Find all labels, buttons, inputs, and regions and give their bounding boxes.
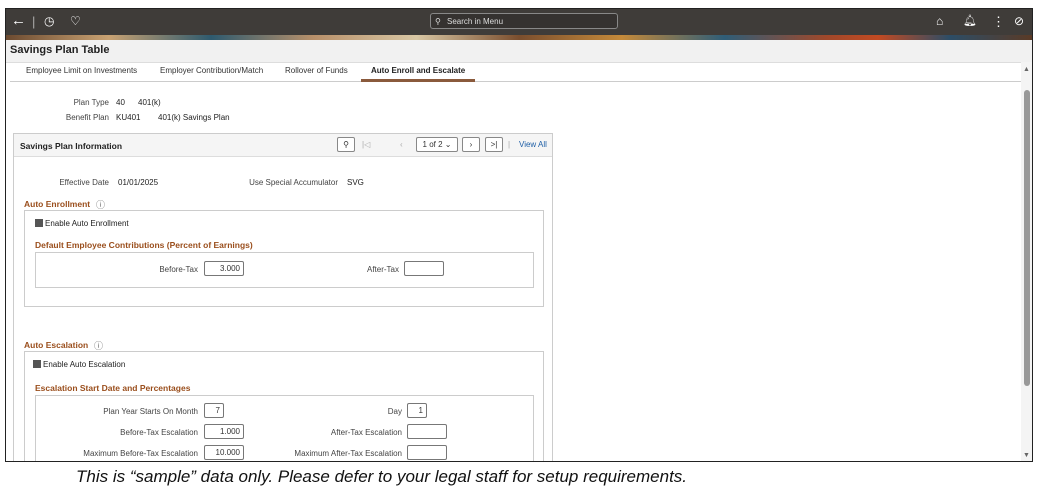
tab-bar: Employee Limit on Investments Employer C…	[10, 62, 1025, 82]
effective-date: 01/01/2025	[118, 178, 159, 187]
next-icon: ›	[469, 140, 473, 149]
escalation-start-title: Escalation Start Date and Percentages	[35, 383, 191, 393]
last-button[interactable]: >|	[485, 137, 503, 152]
after-tax-escalation-label: After-Tax Escalation	[330, 428, 402, 437]
benefit-plan: KU401	[116, 113, 141, 122]
last-icon: >|	[490, 140, 498, 149]
auto-escalation-group: Enable Auto Escalation Escalation Start …	[24, 351, 544, 461]
effective-date-label: Effective Date	[59, 178, 109, 187]
benefit-plan-label: Benefit Plan	[65, 113, 109, 122]
navigator-compass-icon[interactable]: ⊘	[1014, 14, 1024, 28]
divider: |	[32, 14, 36, 29]
plan-year-month-label: Plan Year Starts On Month	[103, 407, 198, 416]
previous-icon: ‹	[400, 140, 403, 149]
next-button[interactable]: ›	[462, 137, 480, 152]
day-label: Day	[387, 407, 402, 416]
before-tax-escalation-input[interactable]: 1.000	[204, 424, 244, 439]
history-icon[interactable]: ◷	[44, 14, 54, 28]
scroll-down-icon[interactable]: ▼	[1023, 452, 1030, 459]
title-bar: Savings Plan Table	[6, 40, 1032, 63]
home-icon[interactable]: ⌂	[936, 14, 943, 28]
enable-auto-escalation-label: Enable Auto Escalation	[43, 360, 126, 369]
tab-auto-enroll[interactable]: Auto Enroll and Escalate	[361, 66, 476, 82]
search-input[interactable]: ⚲ Search in Menu	[430, 13, 618, 29]
enable-auto-enrollment-label: Enable Auto Enrollment	[45, 219, 129, 228]
tab-employee-limit[interactable]: Employee Limit on Investments	[26, 66, 137, 75]
after-tax-escalation-input[interactable]	[407, 424, 447, 439]
app-window: ← | ◷ ♡ ⚲ Search in Menu ⌂ 🔔︎ ⋮ ⊘ Savings…	[5, 8, 1033, 462]
search-icon: ⚲	[435, 17, 441, 26]
after-tax-label: After-Tax	[366, 265, 399, 274]
search-icon: ⚲	[343, 140, 349, 149]
caption: This is “sample” data only. Please defer…	[76, 467, 688, 486]
page-indicator: 1 of 2	[422, 140, 443, 149]
vertical-scrollbar[interactable]: ▲ ▼	[1021, 62, 1032, 461]
month-input[interactable]: 7	[204, 403, 224, 418]
plan-type-desc: 401(k)	[138, 98, 161, 107]
day-input[interactable]: 1	[407, 403, 427, 418]
row-selector[interactable]: 1 of 2 ⌄	[416, 137, 458, 152]
first-icon: |◁	[362, 140, 371, 149]
before-tax-input[interactable]: 3.000	[204, 261, 244, 276]
auto-escalation-title: Auto Escalation	[24, 340, 89, 350]
before-tax-label: Before-Tax	[159, 265, 198, 274]
savings-plan-info-panel: Savings Plan Information ⚲ |◁ ‹ 1 of 2 ⌄…	[13, 133, 553, 461]
page-title: Savings Plan Table	[10, 44, 110, 56]
special-accumulator: SVG	[347, 178, 364, 187]
tab-rollover[interactable]: Rollover of Funds	[285, 66, 348, 75]
max-before-tax-label: Maximum Before-Tax Escalation	[83, 449, 198, 458]
tab-employer-contribution[interactable]: Employer Contribution/Match	[160, 66, 263, 75]
max-before-tax-input[interactable]: 10.000	[204, 445, 244, 460]
escalation-group: Plan Year Starts On Month 7 Day 1 Before…	[35, 395, 534, 461]
default-contributions-title: Default Employee Contributions (Percent …	[35, 240, 253, 250]
favorites-heart-icon[interactable]: ♡	[70, 14, 81, 28]
auto-enrollment-group: Enable Auto Enrollment Default Employee …	[24, 210, 544, 307]
plan-type: 40	[116, 98, 125, 107]
scrollbar-thumb[interactable]	[1024, 90, 1030, 386]
max-after-tax-label: Maximum After-Tax Escalation	[294, 449, 402, 458]
scroll-up-icon[interactable]: ▲	[1023, 66, 1030, 73]
default-contributions-group: Before-Tax 3.000 After-Tax	[35, 252, 534, 288]
divider: |	[508, 140, 511, 149]
top-bar: ← | ◷ ♡ ⚲ Search in Menu ⌂ 🔔︎ ⋮ ⊘	[6, 9, 1032, 35]
plan-type-label: Plan Type	[73, 98, 109, 107]
search-placeholder: Search in Menu	[447, 17, 504, 26]
chevron-down-icon: ⌄	[444, 140, 452, 149]
panel-title: Savings Plan Information	[20, 141, 123, 151]
find-button[interactable]: ⚲	[337, 137, 355, 152]
special-accumulator-label: Use Special Accumulator	[249, 178, 338, 187]
after-tax-input[interactable]	[404, 261, 444, 276]
back-icon[interactable]: ←	[11, 12, 26, 29]
view-all-link[interactable]: View All	[519, 140, 547, 149]
enable-auto-enrollment-checkbox[interactable]	[35, 219, 43, 227]
max-after-tax-input[interactable]	[407, 445, 447, 460]
bell-icon[interactable]: 🔔︎	[963, 14, 977, 27]
before-tax-escalation-label: Before-Tax Escalation	[120, 428, 198, 437]
enable-auto-escalation-checkbox[interactable]	[33, 360, 41, 368]
more-menu-icon[interactable]: ⋮	[992, 14, 1005, 30]
benefit-plan-desc: 401(k) Savings Plan	[158, 113, 230, 122]
auto-enrollment-title: Auto Enrollment	[24, 199, 91, 209]
